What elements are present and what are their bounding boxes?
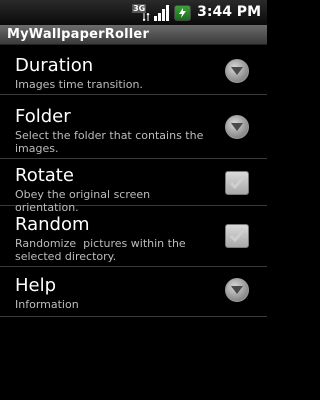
preference-rotate[interactable]: Rotate Obey the original screen orientat… <box>0 159 267 214</box>
preference-title: Random <box>15 214 90 235</box>
preferences-list: Duration Images time transition. Folder … <box>0 46 267 317</box>
preference-title: Help <box>15 275 57 296</box>
preference-title: Rotate <box>15 165 74 186</box>
checkmark-icon <box>229 230 245 243</box>
preference-summary: Images time transition. <box>15 78 143 91</box>
preference-help[interactable]: Help Information <box>0 267 267 317</box>
preference-summary: Information <box>15 298 79 311</box>
preference-title: Folder <box>15 106 71 127</box>
random-checkbox[interactable] <box>225 224 249 248</box>
dropdown-arrow-icon[interactable] <box>225 278 249 302</box>
3g-data-icon: 3G <box>132 4 150 21</box>
preference-summary: Randomize pictures within the selected d… <box>15 237 190 263</box>
app-title-bar: MyWallpaperRoller <box>0 25 267 45</box>
dropdown-arrow-icon[interactable] <box>225 115 249 139</box>
preference-summary: Select the folder that contains the imag… <box>15 129 204 155</box>
status-bar: 3G 3:44 PM <box>0 0 267 25</box>
clock: 3:44 PM <box>197 4 261 20</box>
app-title: MyWallpaperRoller <box>7 27 150 42</box>
dropdown-arrow-icon[interactable] <box>225 59 249 83</box>
preference-folder[interactable]: Folder Select the folder that contains t… <box>0 95 267 159</box>
rotate-checkbox[interactable] <box>225 171 249 195</box>
preference-random[interactable]: Random Randomize pictures within the sel… <box>0 206 267 267</box>
signal-strength-icon <box>154 4 170 21</box>
preference-duration[interactable]: Duration Images time transition. <box>0 46 267 95</box>
preference-title: Duration <box>15 55 94 76</box>
network-label: 3G <box>132 4 147 13</box>
battery-charging-icon <box>174 4 192 21</box>
checkmark-icon <box>229 177 245 190</box>
